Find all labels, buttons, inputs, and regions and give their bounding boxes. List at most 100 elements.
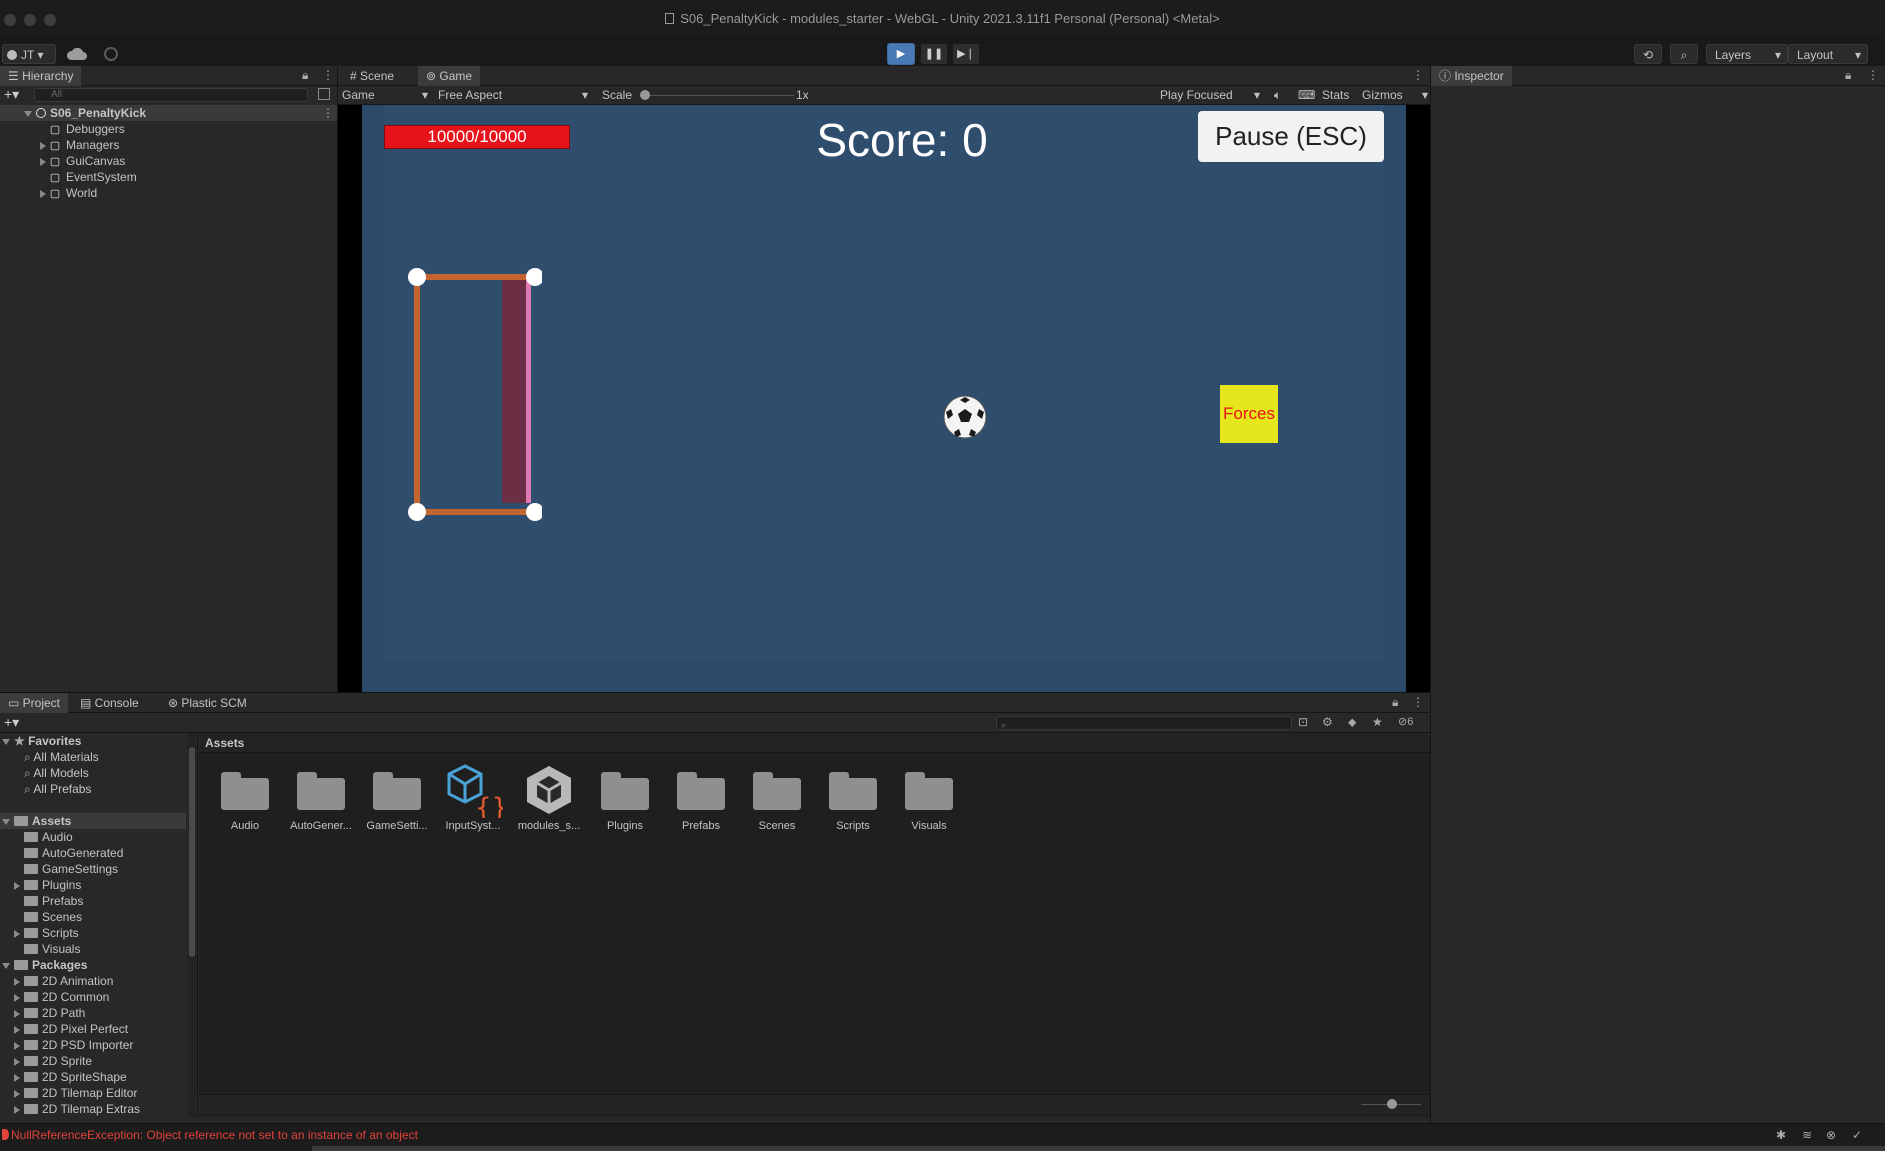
tree-item[interactable]: Prefabs xyxy=(0,893,186,909)
stack-icon[interactable]: ≋ xyxy=(1802,1128,1812,1142)
asset-item[interactable]: Plugins xyxy=(588,770,662,832)
tree-item[interactable]: 2D SpriteShape xyxy=(0,1069,186,1085)
favorites-header[interactable]: ★ Favorites xyxy=(0,733,186,749)
expand-arrow-icon[interactable] xyxy=(14,1009,20,1018)
search-by-type-icon[interactable]: ⊡ xyxy=(1298,715,1308,729)
lock-icon[interactable]: 🔒︎ xyxy=(302,68,308,83)
add-object-button[interactable]: +▾ xyxy=(4,86,19,103)
hierarchy-item[interactable]: GuiCanvas xyxy=(0,153,337,169)
expand-arrow-icon[interactable] xyxy=(14,1089,20,1098)
asset-item[interactable]: AutoGener... xyxy=(284,770,358,832)
gizmos-dropdown[interactable]: Gizmos ▾ xyxy=(1362,88,1428,102)
tab-project[interactable]: ▭ Project xyxy=(0,693,69,713)
packages-header[interactable]: Packages xyxy=(0,957,186,973)
label-tag-icon[interactable]: ⬥ xyxy=(1348,715,1356,730)
expand-arrow-icon[interactable] xyxy=(40,141,46,150)
asset-item[interactable]: GameSetti... xyxy=(360,770,434,832)
network-off-icon[interactable]: ⊗ xyxy=(1826,1128,1836,1142)
asset-item[interactable]: Scripts xyxy=(816,770,890,832)
scale-slider-track[interactable] xyxy=(644,95,794,96)
expand-arrow-icon[interactable] xyxy=(14,881,20,890)
aspect-dropdown[interactable]: Free Aspect ▾ xyxy=(438,88,592,102)
tree-item[interactable]: ⌕ All Materials xyxy=(0,749,186,765)
layers-dropdown[interactable]: Layers ▾ xyxy=(1706,44,1788,64)
scene-visibility-icon[interactable] xyxy=(318,88,330,100)
pause-editor-button[interactable]: ❚❚ xyxy=(920,43,948,65)
tab-scene[interactable]: # Scene xyxy=(342,66,402,86)
tab-inspector[interactable]: ⓘ Inspector xyxy=(1431,66,1512,86)
status-error-message[interactable]: NullReferenceException: Object reference… xyxy=(2,1128,418,1142)
asset-item[interactable]: {} InputSyst... xyxy=(436,764,510,832)
asset-item[interactable]: Visuals xyxy=(892,770,966,832)
favorite-star-icon[interactable]: ★ xyxy=(1372,715,1383,729)
tree-scrollbar[interactable] xyxy=(188,733,196,1117)
asset-item[interactable]: Scenes xyxy=(740,770,814,832)
collab-icon[interactable] xyxy=(104,47,118,61)
breadcrumb[interactable]: Assets xyxy=(199,733,1430,753)
lock-icon[interactable]: 🔒︎ xyxy=(1392,695,1398,710)
tree-item[interactable]: Plugins xyxy=(0,877,186,893)
expand-arrow-icon[interactable] xyxy=(40,189,46,198)
tree-item[interactable]: Visuals xyxy=(0,941,186,957)
tab-hierarchy[interactable]: ☰ Hierarchy xyxy=(0,66,82,86)
lock-icon[interactable]: 🔒︎ xyxy=(1845,68,1851,83)
search-by-label-icon[interactable]: ⚙︎ xyxy=(1322,715,1333,729)
assets-header[interactable]: Assets xyxy=(0,813,186,829)
tree-item[interactable]: GameSettings xyxy=(0,861,186,877)
keyboard-icon[interactable]: ⌨︎ xyxy=(1298,88,1315,102)
hierarchy-search-input[interactable]: All xyxy=(34,88,308,102)
kebab-menu-icon[interactable]: ⋮ xyxy=(322,105,334,121)
game-view[interactable]: 10000/10000 Score: 0 Pause (ESC) Forces xyxy=(338,105,1430,692)
tree-item[interactable]: 2D Pixel Perfect xyxy=(0,1021,186,1037)
tree-item[interactable]: 2D Path xyxy=(0,1005,186,1021)
tree-item[interactable]: 2D PSD Importer xyxy=(0,1037,186,1053)
pause-button[interactable]: Pause (ESC) xyxy=(1198,111,1384,162)
tree-item[interactable]: 2D Tilemap Extras xyxy=(0,1101,186,1117)
account-dropdown[interactable]: JT ▾ xyxy=(2,44,56,64)
tab-console[interactable]: ▤ Console xyxy=(72,693,147,713)
asset-item[interactable]: Prefabs xyxy=(664,770,738,832)
history-icon[interactable]: ⟲ xyxy=(1634,44,1662,64)
tab-plastic-scm[interactable]: ⊛ Plastic SCM xyxy=(160,693,255,713)
expand-arrow-icon[interactable] xyxy=(2,818,10,825)
expand-arrow-icon[interactable] xyxy=(14,977,20,986)
kebab-menu-icon[interactable]: ⋮ xyxy=(322,68,334,82)
search-icon[interactable]: ⌕ xyxy=(1670,44,1698,64)
step-button[interactable]: ▶❘ xyxy=(952,43,980,65)
hierarchy-item[interactable]: Managers xyxy=(0,137,337,153)
play-mode-dropdown[interactable]: Play Focused ▾ xyxy=(1160,88,1264,102)
tree-scrollbar-thumb[interactable] xyxy=(189,747,195,957)
kebab-menu-icon[interactable]: ⋮ xyxy=(1412,68,1424,82)
check-icon[interactable]: ✓ xyxy=(1852,1128,1862,1142)
create-asset-button[interactable]: +▾ xyxy=(4,714,19,731)
icon-size-slider-thumb[interactable] xyxy=(1387,1099,1397,1109)
tree-item[interactable]: AutoGenerated xyxy=(0,845,186,861)
expand-arrow-icon[interactable] xyxy=(40,157,46,166)
layout-dropdown[interactable]: Layout ▾ xyxy=(1788,44,1868,64)
play-button[interactable]: ▶ xyxy=(887,43,915,65)
stats-button[interactable]: Stats xyxy=(1322,88,1349,102)
tree-item[interactable]: 2D Animation xyxy=(0,973,186,989)
hierarchy-item[interactable]: World xyxy=(0,185,337,201)
tree-item[interactable]: ⌕ All Prefabs xyxy=(0,781,186,797)
expand-arrow-icon[interactable] xyxy=(14,1041,20,1050)
expand-arrow-icon[interactable] xyxy=(2,962,10,969)
expand-arrow-icon[interactable] xyxy=(14,1105,20,1114)
tree-item[interactable]: 2D Tilemap Editor xyxy=(0,1085,186,1101)
tree-item[interactable]: Audio xyxy=(0,829,186,845)
kebab-menu-icon[interactable]: ⋮ xyxy=(1867,68,1879,82)
expand-arrow-icon[interactable] xyxy=(14,1073,20,1082)
hidden-packages-badge[interactable]: ⊘6 xyxy=(1398,715,1413,728)
kebab-menu-icon[interactable]: ⋮ xyxy=(1412,695,1424,709)
hierarchy-item[interactable]: EventSystem xyxy=(0,169,337,185)
expand-arrow-icon[interactable] xyxy=(14,929,20,938)
expand-arrow-icon[interactable] xyxy=(14,1057,20,1066)
bug-icon[interactable]: ✱ xyxy=(1776,1128,1786,1142)
asset-item[interactable]: Audio xyxy=(208,770,282,832)
mute-audio-icon[interactable]: 🔈︎ xyxy=(1274,88,1281,103)
cloud-icon[interactable] xyxy=(66,47,88,61)
scale-slider-thumb[interactable] xyxy=(640,90,650,100)
asset-item[interactable]: modules_s... xyxy=(512,766,586,832)
tree-item[interactable]: ⌕ All Models xyxy=(0,765,186,781)
tab-game[interactable]: ⊚ Game xyxy=(418,66,481,86)
